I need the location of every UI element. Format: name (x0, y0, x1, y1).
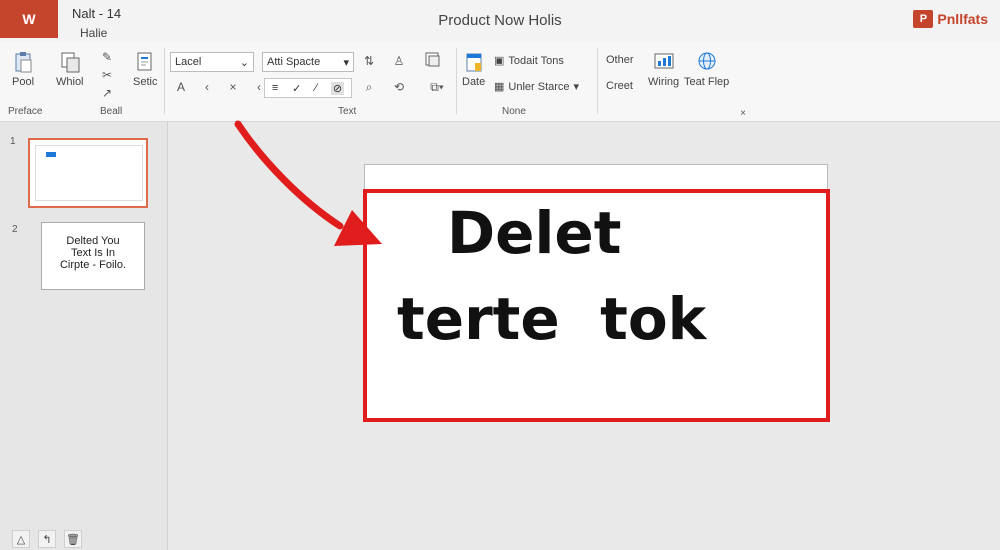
arrow-shaft (234, 120, 344, 230)
annotation-arrow (234, 120, 382, 246)
